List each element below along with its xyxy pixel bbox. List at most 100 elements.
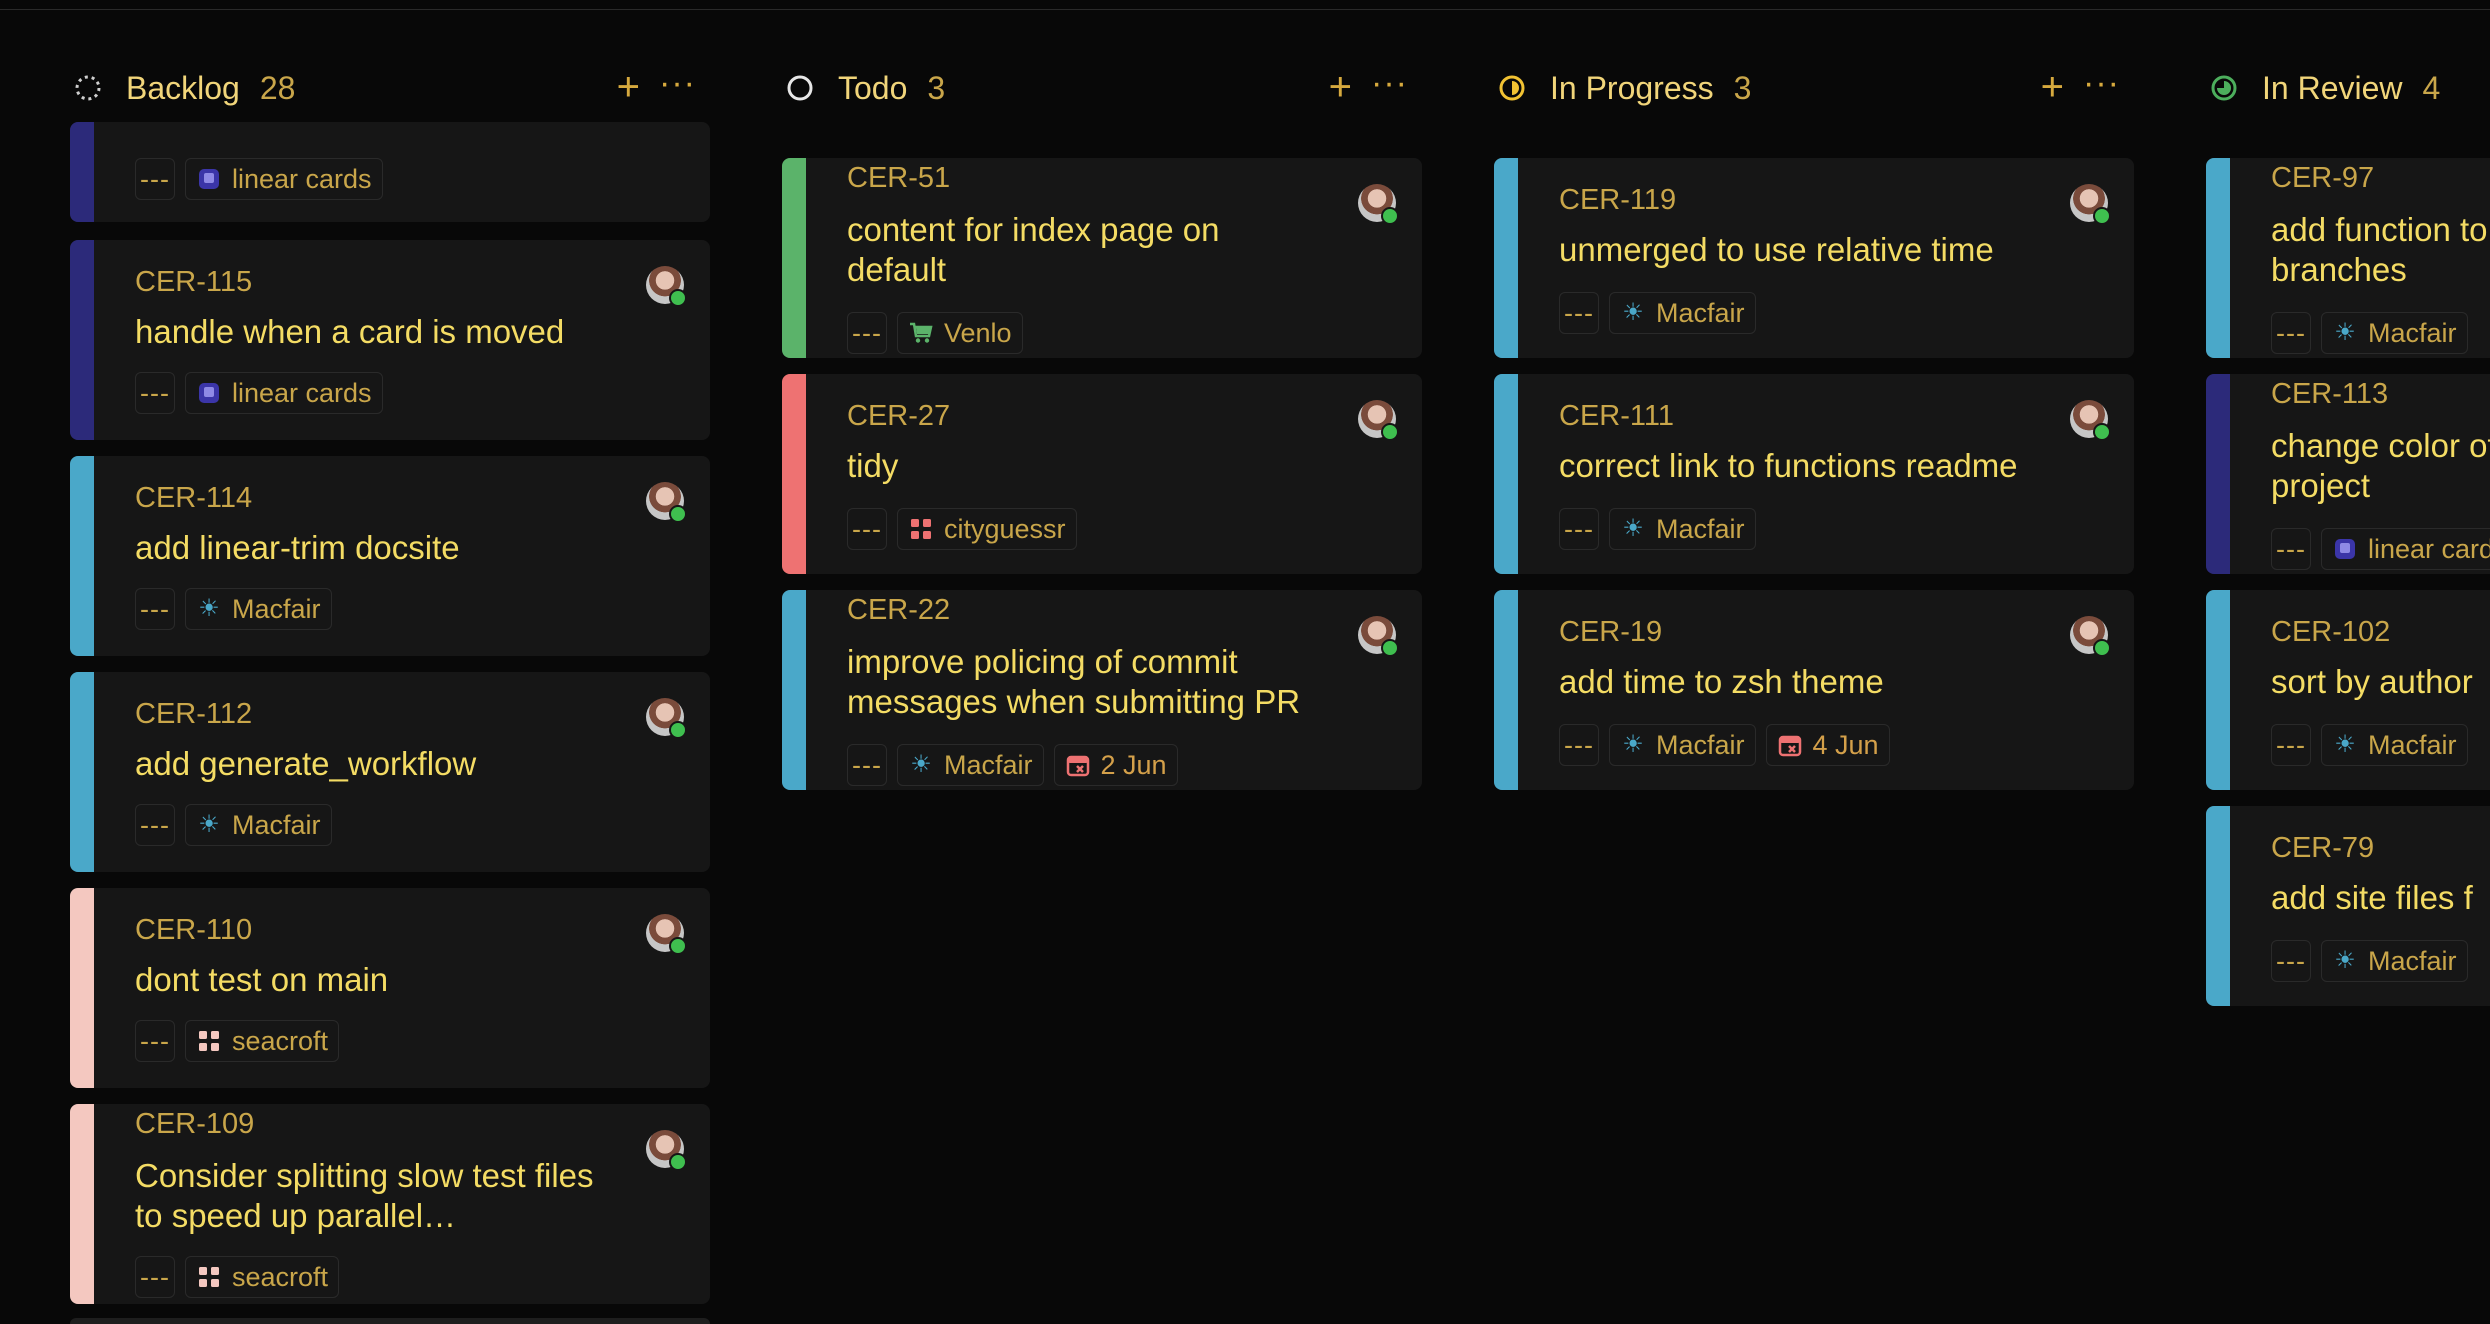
project-chip[interactable]: ☀ Macfair (1609, 724, 1756, 766)
assignee-avatar[interactable] (646, 266, 687, 307)
issue-title: add function to branches (2271, 211, 2488, 288)
project-chip[interactable]: ☀ Macfair (185, 804, 332, 846)
project-color-bar (1494, 374, 1518, 574)
priority-chip[interactable]: --- (135, 372, 175, 414)
issue-card[interactable]: CER-19 add time to zsh theme --- ☀ Macfa… (1494, 590, 2134, 790)
column-count: 3 (927, 69, 946, 106)
more-options-button[interactable]: ··· (659, 63, 696, 103)
priority-chip[interactable]: --- (1559, 508, 1599, 550)
assignee-avatar[interactable] (2070, 400, 2111, 441)
project-name: Macfair (2368, 729, 2457, 760)
assignee-avatar[interactable] (646, 1130, 687, 1171)
issue-title: correct link to functions readme (1559, 447, 2018, 484)
issue-card[interactable]: CER-110 dont test on main --- seacroft (70, 888, 710, 1088)
project-chip[interactable]: ☀ Macfair (2321, 312, 2468, 354)
sun-icon: ☀ (2334, 319, 2356, 346)
online-indicator (669, 937, 687, 955)
project-color-bar (782, 374, 806, 574)
issue-card[interactable]: CER-102 sort by author --- ☀ Macfair (2206, 590, 2490, 790)
project-chip[interactable]: linear cards (185, 158, 383, 200)
priority-chip[interactable]: --- (2271, 312, 2311, 354)
priority-chip[interactable]: --- (135, 158, 175, 200)
project-chip[interactable]: cityguessr (897, 508, 1077, 550)
column-title: In Progress (1550, 69, 1714, 106)
issue-card[interactable]: CER-51 content for index page on default… (782, 158, 1422, 358)
issue-card[interactable]: CER-115 handle when a card is moved --- … (70, 240, 710, 440)
add-issue-button[interactable]: + (1329, 67, 1352, 107)
project-name: linear cards (232, 163, 372, 194)
issue-id: CER-112 (135, 698, 253, 730)
project-color-bar (1494, 590, 1518, 790)
priority-chip[interactable]: --- (1559, 724, 1599, 766)
issue-id: CER-113 (2271, 378, 2389, 410)
priority-chip[interactable]: --- (847, 312, 887, 354)
priority-chip[interactable]: --- (135, 804, 175, 846)
due-date: 4 Jun (1812, 729, 1879, 760)
assignee-avatar[interactable] (1358, 400, 1399, 441)
project-chip[interactable]: Venlo (897, 312, 1023, 354)
issue-card[interactable]: CER-22 improve policing of commit messag… (782, 590, 1422, 790)
add-issue-button[interactable]: + (2041, 67, 2064, 107)
column-header: In Review 4 (2206, 63, 2490, 113)
sun-icon: ☀ (1622, 515, 1644, 542)
project-chip[interactable]: ☀ Macfair (897, 744, 1044, 786)
assignee-avatar[interactable] (2070, 184, 2111, 225)
assignee-avatar[interactable] (1358, 616, 1399, 657)
issue-card[interactable]: CER-27 tidy --- cityguessr (782, 374, 1422, 574)
priority-chip[interactable]: --- (135, 1020, 175, 1062)
issue-title: change color of project (2271, 427, 2490, 504)
project-name: Macfair (1656, 729, 1745, 760)
sun-icon: ☀ (198, 595, 220, 622)
project-chip[interactable]: ☀ Macfair (2321, 724, 2468, 766)
issue-id: CER-79 (2271, 832, 2375, 864)
more-options-button[interactable]: ··· (2083, 63, 2120, 103)
project-chip[interactable]: ☀ Macfair (185, 588, 332, 630)
issue-card[interactable]: --- linear cards (70, 122, 710, 222)
column-title: Backlog (126, 69, 240, 106)
priority-chip[interactable]: --- (847, 744, 887, 786)
issue-card[interactable]: CER-111 correct link to functions readme… (1494, 374, 2134, 574)
project-chip[interactable]: ☀ Macfair (1609, 508, 1756, 550)
project-chip[interactable]: linear cards (2321, 528, 2490, 570)
due-date-chip[interactable]: 2 Jun (1053, 744, 1178, 786)
calendar-overdue-icon (1777, 732, 1803, 758)
priority-chip[interactable]: --- (2271, 528, 2311, 570)
priority-chip[interactable]: --- (2271, 724, 2311, 766)
priority-chip[interactable]: --- (135, 1256, 175, 1298)
issue-title: handle when a card is moved (135, 313, 565, 350)
in-progress-icon (1498, 74, 1526, 102)
assignee-avatar[interactable] (2070, 616, 2111, 657)
due-date-chip[interactable]: 4 Jun (1765, 724, 1890, 766)
project-chip[interactable]: linear cards (185, 372, 383, 414)
project-color-bar (2206, 806, 2230, 1006)
issue-card[interactable]: CER-119 unmerged to use relative time --… (1494, 158, 2134, 358)
column-in-progress: In Progress 3 + ··· CER-119 unmerged to … (1494, 0, 2134, 1324)
issue-id: CER-51 (847, 162, 951, 194)
assignee-avatar[interactable] (646, 698, 687, 739)
linear-cards-icon (2332, 536, 2358, 562)
assignee-avatar[interactable] (646, 914, 687, 955)
column-header: Todo 3 + ··· (782, 63, 1422, 113)
priority-chip[interactable]: --- (135, 588, 175, 630)
assignee-avatar[interactable] (1358, 184, 1399, 225)
more-options-button[interactable]: ··· (1371, 63, 1408, 103)
add-issue-button[interactable]: + (617, 67, 640, 107)
project-chip[interactable]: ☀ Macfair (2321, 940, 2468, 982)
project-color-bar (70, 122, 94, 222)
priority-chip[interactable]: --- (1559, 292, 1599, 334)
calendar-overdue-icon (1065, 752, 1091, 778)
project-color-bar (70, 672, 94, 872)
project-chip[interactable]: seacroft (185, 1256, 340, 1298)
issue-card[interactable]: CER-112 add generate_workflow --- ☀ Macf… (70, 672, 710, 872)
project-chip[interactable]: ☀ Macfair (1609, 292, 1756, 334)
project-name: linear cards (2368, 533, 2490, 564)
issue-card[interactable]: CER-113 change color of project --- line… (2206, 374, 2490, 574)
issue-card[interactable]: CER-109 Consider splitting slow test fil… (70, 1104, 710, 1304)
issue-card[interactable]: CER-114 add linear-trim docsite --- ☀ Ma… (70, 456, 710, 656)
priority-chip[interactable]: --- (2271, 940, 2311, 982)
issue-card[interactable]: CER-97 add function to branches --- ☀ Ma… (2206, 158, 2490, 358)
project-chip[interactable]: seacroft (185, 1020, 340, 1062)
priority-chip[interactable]: --- (847, 508, 887, 550)
issue-card[interactable]: CER-79 add site files f --- ☀ Macfair (2206, 806, 2490, 1006)
assignee-avatar[interactable] (646, 482, 687, 523)
